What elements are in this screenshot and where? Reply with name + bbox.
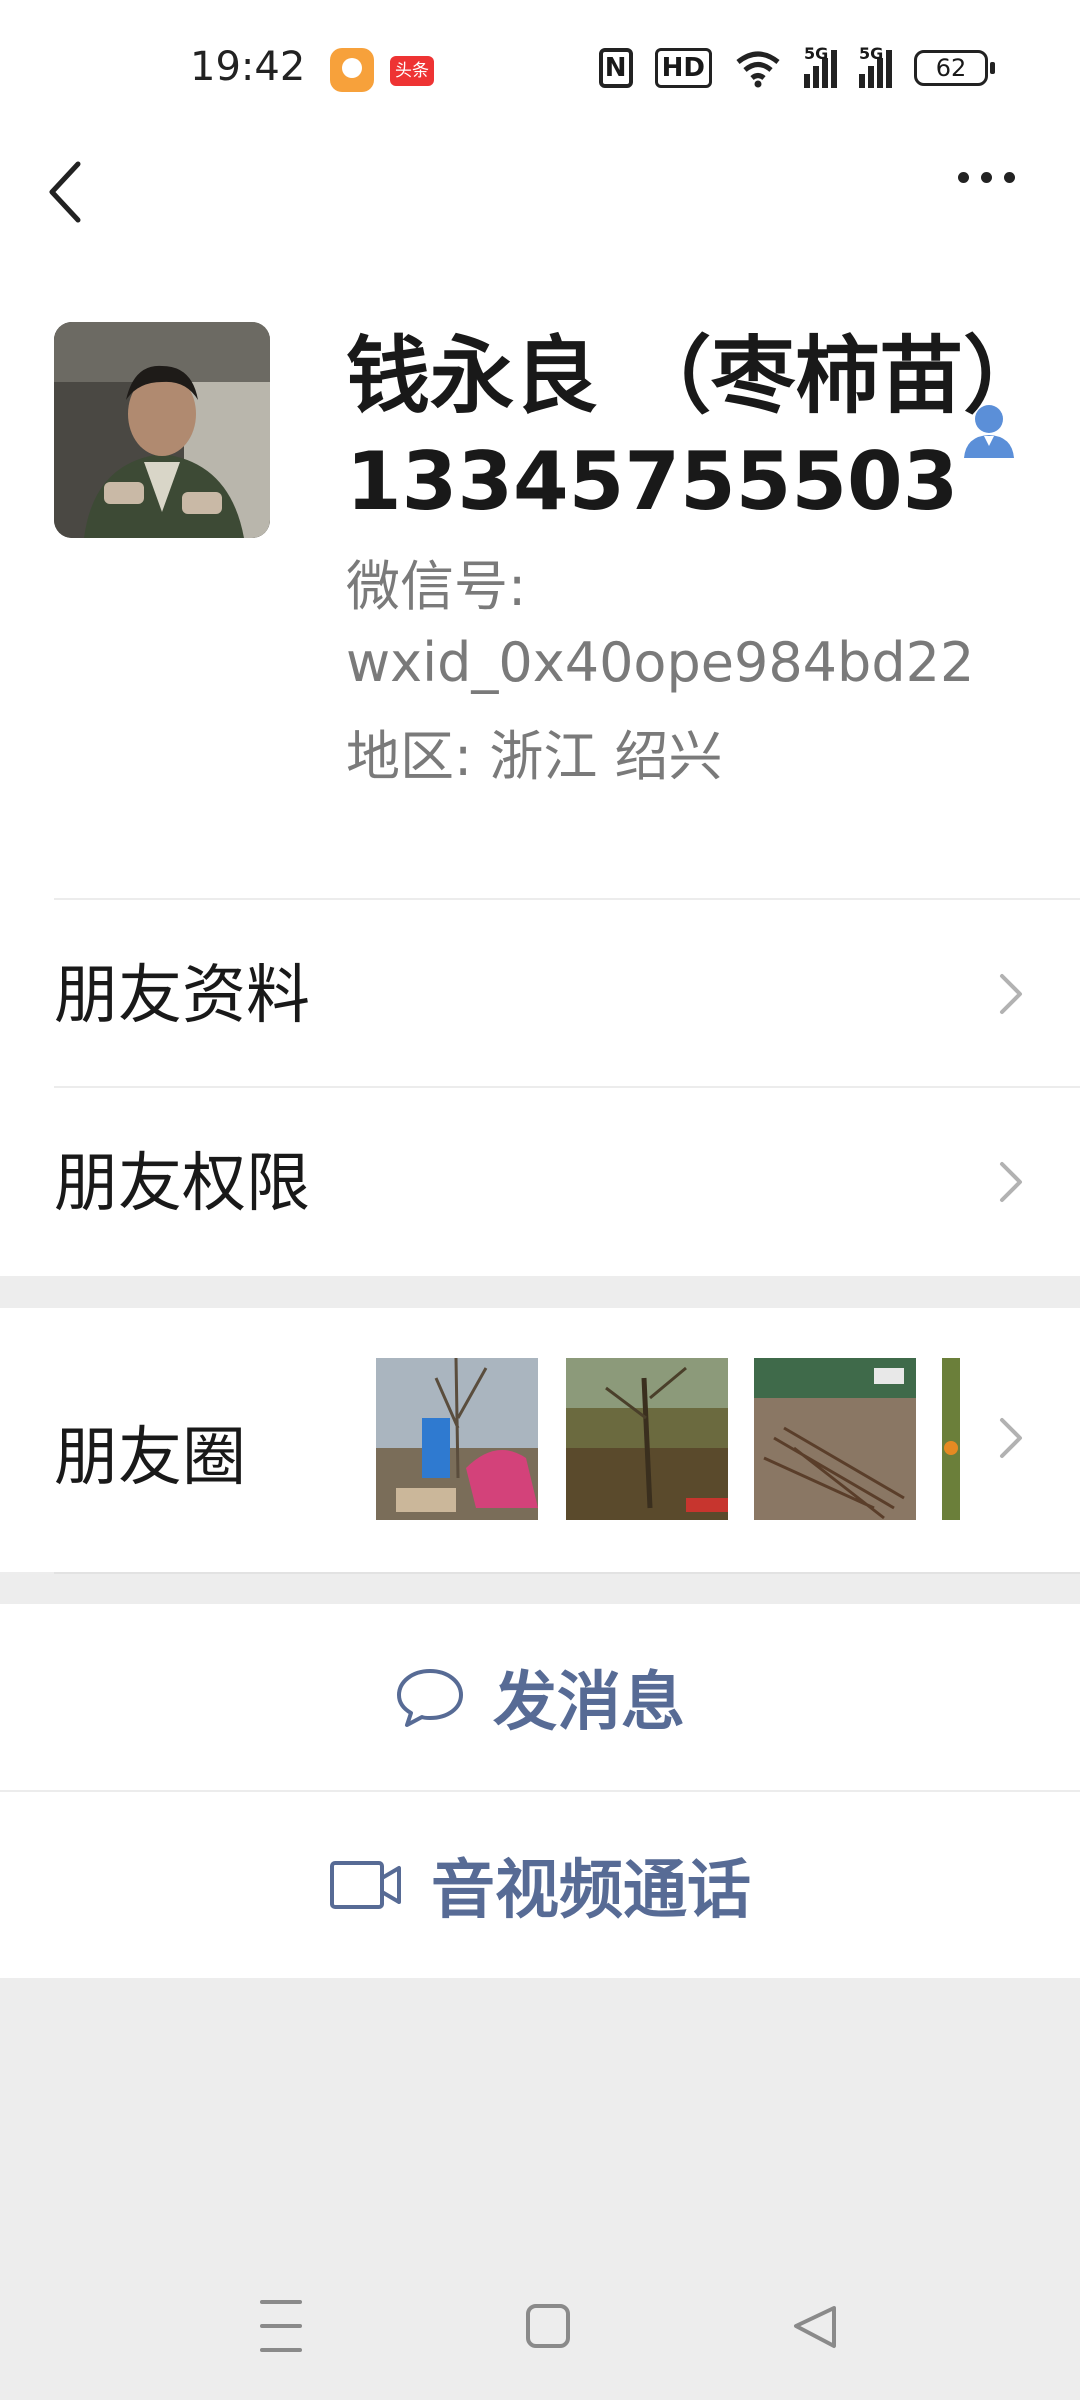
video-call-button[interactable]: 音视频通话 [0, 1792, 1080, 1978]
chat-bubble-icon [397, 1669, 463, 1727]
send-message-button[interactable]: 发消息 [0, 1604, 1080, 1790]
wifi-icon [734, 48, 782, 88]
friend-permissions-label: 朋友权限 [54, 1147, 310, 1221]
wechat-id-label: 微信号: [346, 555, 527, 618]
chevron-left-icon [49, 161, 81, 223]
region: 地区: 浙江 绍兴 [346, 725, 723, 788]
nfc-icon: N [598, 48, 633, 88]
moments-thumbnail [376, 1358, 538, 1520]
friend-profile-row[interactable]: 朋友资料 [0, 900, 1080, 1088]
contact-name: 钱永良 （枣柿苗） [346, 327, 1048, 425]
person-icon [964, 405, 1014, 458]
home-nav-icon[interactable] [526, 2304, 570, 2348]
avatar[interactable] [54, 322, 270, 538]
system-nav-bar [0, 2250, 1080, 2400]
news-app-icon: 头条 [390, 56, 434, 86]
back-button[interactable] [44, 152, 92, 232]
moments-label: 朋友圈 [54, 1421, 246, 1495]
signal-icon-sim2: 5G [859, 44, 892, 88]
contact-card-icon[interactable] [962, 402, 1016, 458]
chevron-right-icon [1000, 974, 1022, 1014]
video-call-label: 音视频通话 [431, 1854, 751, 1928]
friend-permissions-row[interactable]: 朋友权限 [0, 1088, 1080, 1276]
status-icons: N HD 5G 5G 62 [598, 44, 995, 92]
avatar-photo [54, 322, 270, 538]
sim2-label: 5G [859, 44, 884, 63]
video-app-icon [330, 48, 374, 92]
moments-thumbnail [942, 1358, 960, 1520]
more-button[interactable] [952, 168, 1032, 208]
moments-thumbnail [754, 1358, 916, 1520]
more-dots-icon [952, 168, 1021, 187]
video-camera-icon [330, 1861, 401, 1909]
news-app-label: 头条 [395, 61, 429, 81]
hd-icon: HD [654, 48, 712, 88]
send-message-label: 发消息 [493, 1666, 685, 1740]
wechat-id-value: wxid_0x40ope984bd22 [346, 631, 975, 694]
contact-phone: 13345755503 [346, 435, 959, 528]
moments-thumbnail [566, 1358, 728, 1520]
moments-row[interactable]: 朋友圈 [0, 1308, 1080, 1572]
signal-icon-sim1: 5G [804, 44, 837, 88]
friend-profile-label: 朋友资料 [54, 959, 310, 1033]
back-nav-icon[interactable] [794, 2306, 836, 2348]
battery-icon: 62 [914, 50, 995, 86]
status-time: 19:42 [190, 44, 306, 90]
divider [54, 1572, 1080, 1574]
menu-nav-icon[interactable] [260, 2300, 302, 2352]
sim1-label: 5G [804, 44, 829, 63]
chevron-right-icon [1000, 1418, 1022, 1458]
chevron-right-icon [1000, 1162, 1022, 1202]
